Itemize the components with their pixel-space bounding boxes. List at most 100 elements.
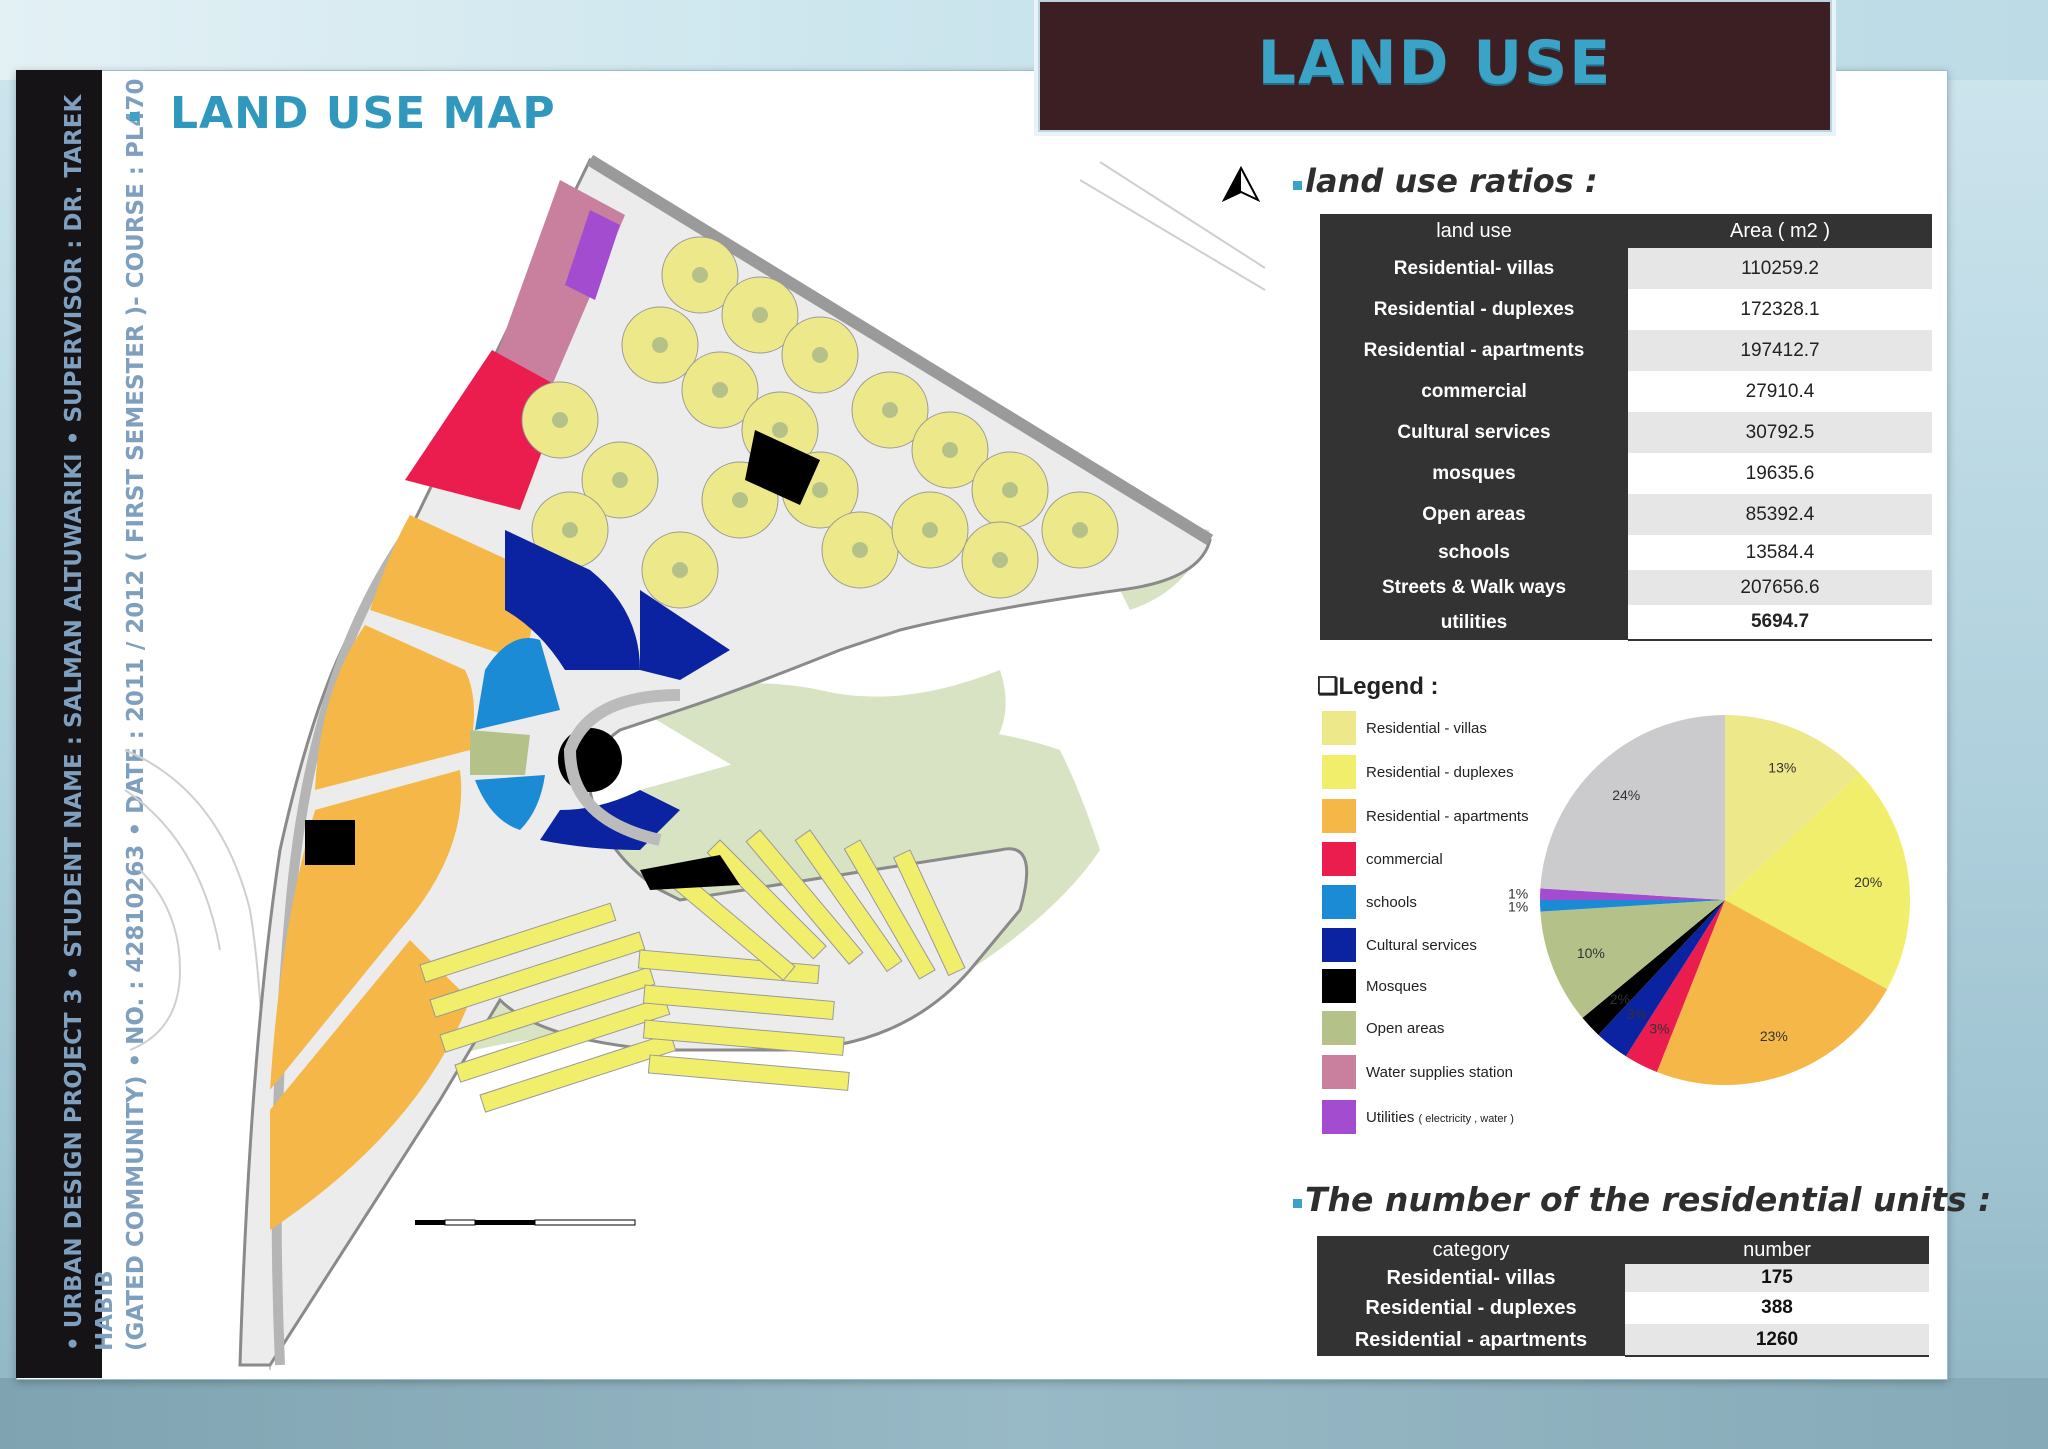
legend-item: Residential - apartments bbox=[1322, 799, 1529, 833]
column-header-number: number bbox=[1625, 1236, 1929, 1264]
pie-slice bbox=[1540, 715, 1725, 900]
legend-item: Open areas bbox=[1322, 1011, 1444, 1045]
cell-label: Residential - apartments bbox=[1320, 330, 1628, 371]
pie-slice-label: 24% bbox=[1612, 787, 1640, 803]
table-row: Cultural services 30792.5 bbox=[1320, 412, 1932, 453]
table-row: commercial 27910.4 bbox=[1320, 371, 1932, 412]
legend-label: Residential - duplexes bbox=[1366, 763, 1514, 781]
bullet-icon bbox=[130, 112, 139, 121]
legend-title: ❏Legend : bbox=[1317, 672, 1439, 701]
legend-title-text: Legend : bbox=[1338, 673, 1439, 700]
cell-value: 1260 bbox=[1625, 1324, 1929, 1357]
cell-label: mosques bbox=[1320, 453, 1628, 494]
table-row: utilities 5694.7 bbox=[1320, 605, 1932, 641]
legend-item: commercial bbox=[1322, 842, 1443, 876]
pie-slice-label: 1% bbox=[1508, 885, 1528, 901]
pie-slice-label: 10% bbox=[1577, 945, 1605, 961]
pie-slice-label: 3% bbox=[1626, 1006, 1646, 1022]
cell-label: utilities bbox=[1320, 605, 1628, 640]
pie-slice-label: 13% bbox=[1768, 760, 1796, 776]
cell-label: Residential- villas bbox=[1320, 248, 1628, 289]
legend-swatch bbox=[1322, 842, 1356, 876]
page-title: LAND USE bbox=[1257, 28, 1613, 98]
cell-value: 172328.1 bbox=[1628, 289, 1932, 330]
cell-label: Residential - apartments bbox=[1317, 1324, 1625, 1356]
legend-label: commercial bbox=[1366, 850, 1443, 868]
table-row: schools 13584.4 bbox=[1320, 535, 1932, 570]
legend-item: Residential - villas bbox=[1322, 711, 1487, 745]
legend-swatch bbox=[1322, 755, 1356, 789]
legend-item: Residential - duplexes bbox=[1322, 755, 1514, 789]
title-banner: LAND USE bbox=[1038, 0, 1832, 132]
column-header-category: category bbox=[1317, 1236, 1625, 1264]
scale-bar bbox=[415, 1219, 636, 1226]
cell-value: 27910.4 bbox=[1628, 371, 1932, 412]
footer-background bbox=[0, 1378, 2048, 1449]
cell-value: 197412.7 bbox=[1628, 330, 1932, 371]
cell-label: Residential - duplexes bbox=[1320, 289, 1628, 330]
cell-value: 13584.4 bbox=[1628, 535, 1932, 570]
legend-label: Utilities ( electricity , water ) bbox=[1366, 1109, 1514, 1126]
table-row: Residential - duplexes 388 bbox=[1317, 1292, 1929, 1324]
cell-value: 85392.4 bbox=[1628, 494, 1932, 535]
legend-swatch bbox=[1322, 799, 1356, 833]
column-header-area: Area ( m2 ) bbox=[1628, 214, 1932, 248]
cell-value: 110259.2 bbox=[1628, 248, 1932, 289]
legend-label: schools bbox=[1366, 893, 1417, 911]
legend-swatch bbox=[1322, 1011, 1356, 1045]
map-title: LAND USE MAP bbox=[170, 88, 556, 139]
table-header-row: category number bbox=[1317, 1236, 1929, 1264]
land-use-ratios-table: land use Area ( m2 ) Residential- villas… bbox=[1320, 214, 1932, 641]
bullet-icon bbox=[1293, 1199, 1302, 1208]
legend-label: Residential - villas bbox=[1366, 719, 1487, 737]
legend-label: Open areas bbox=[1366, 1019, 1445, 1037]
cell-label: Residential- villas bbox=[1317, 1264, 1625, 1292]
table-row: Residential - apartments 1260 bbox=[1317, 1324, 1929, 1357]
site-plan-map bbox=[124, 154, 1266, 1370]
bullet-icon bbox=[1293, 181, 1302, 190]
table-row: Residential - duplexes 172328.1 bbox=[1320, 289, 1932, 330]
cell-value: 388 bbox=[1761, 1297, 1793, 1318]
column-header-land-use: land use bbox=[1320, 214, 1628, 248]
legend-item: Water supplies station bbox=[1322, 1055, 1513, 1089]
legend-label-small: ( electricity , water ) bbox=[1418, 1112, 1514, 1125]
legend-swatch bbox=[1322, 711, 1356, 745]
cell-label: Cultural services bbox=[1320, 412, 1628, 453]
legend-label: Mosques bbox=[1366, 977, 1427, 995]
table-header-row: land use Area ( m2 ) bbox=[1320, 214, 1932, 248]
cell-value: 5694.7 bbox=[1628, 605, 1932, 641]
pie-slice-label: 23% bbox=[1760, 1028, 1788, 1044]
land-use-pie-chart: 13%20%23%3%3%2%10%1%1%24% bbox=[1508, 715, 1910, 1085]
units-title: The number of the residential units : bbox=[1305, 1180, 1992, 1219]
table-row: Residential - apartments 197412.7 bbox=[1320, 330, 1932, 371]
cell-label: schools bbox=[1320, 535, 1628, 570]
legend-item: Utilities ( electricity , water ) bbox=[1322, 1100, 1514, 1134]
table-row: Residential- villas 110259.2 bbox=[1320, 248, 1932, 289]
legend-swatch bbox=[1322, 885, 1356, 919]
cell-value: 19635.6 bbox=[1628, 453, 1932, 494]
legend-item: Cultural services bbox=[1322, 928, 1477, 962]
ratios-title: land use ratios : bbox=[1305, 162, 1598, 200]
cell-label: Open areas bbox=[1320, 494, 1628, 535]
cell-value: 30792.5 bbox=[1628, 412, 1932, 453]
legend-swatch bbox=[1322, 1100, 1356, 1134]
legend-item: schools bbox=[1322, 885, 1417, 919]
legend-swatch bbox=[1322, 969, 1356, 1003]
cell-value: 207656.6 bbox=[1628, 570, 1932, 605]
open-area-center bbox=[470, 730, 530, 775]
pie-slice-label: 20% bbox=[1854, 874, 1882, 890]
table-row: Streets & Walk ways 207656.6 bbox=[1320, 570, 1932, 605]
legend-item: Mosques bbox=[1322, 969, 1427, 1003]
cell-value: 175 bbox=[1625, 1264, 1929, 1292]
residential-units-table: category number Residential- villas 175 R… bbox=[1317, 1236, 1929, 1357]
cell-label: Streets & Walk ways bbox=[1320, 570, 1628, 605]
cell-label: Residential - duplexes bbox=[1317, 1292, 1625, 1324]
pie-slice-label: 3% bbox=[1649, 1021, 1669, 1037]
sidebar-line-1: • URBAN DESIGN PROJECT 3 • STUDENT NAME … bbox=[61, 94, 118, 1351]
legend-swatch bbox=[1322, 1055, 1356, 1089]
legend-swatch bbox=[1322, 928, 1356, 962]
legend-label: Cultural services bbox=[1366, 936, 1477, 954]
cell-label: commercial bbox=[1320, 371, 1628, 412]
table-row: mosques 19635.6 bbox=[1320, 453, 1932, 494]
table-row: Residential- villas 175 bbox=[1317, 1264, 1929, 1292]
